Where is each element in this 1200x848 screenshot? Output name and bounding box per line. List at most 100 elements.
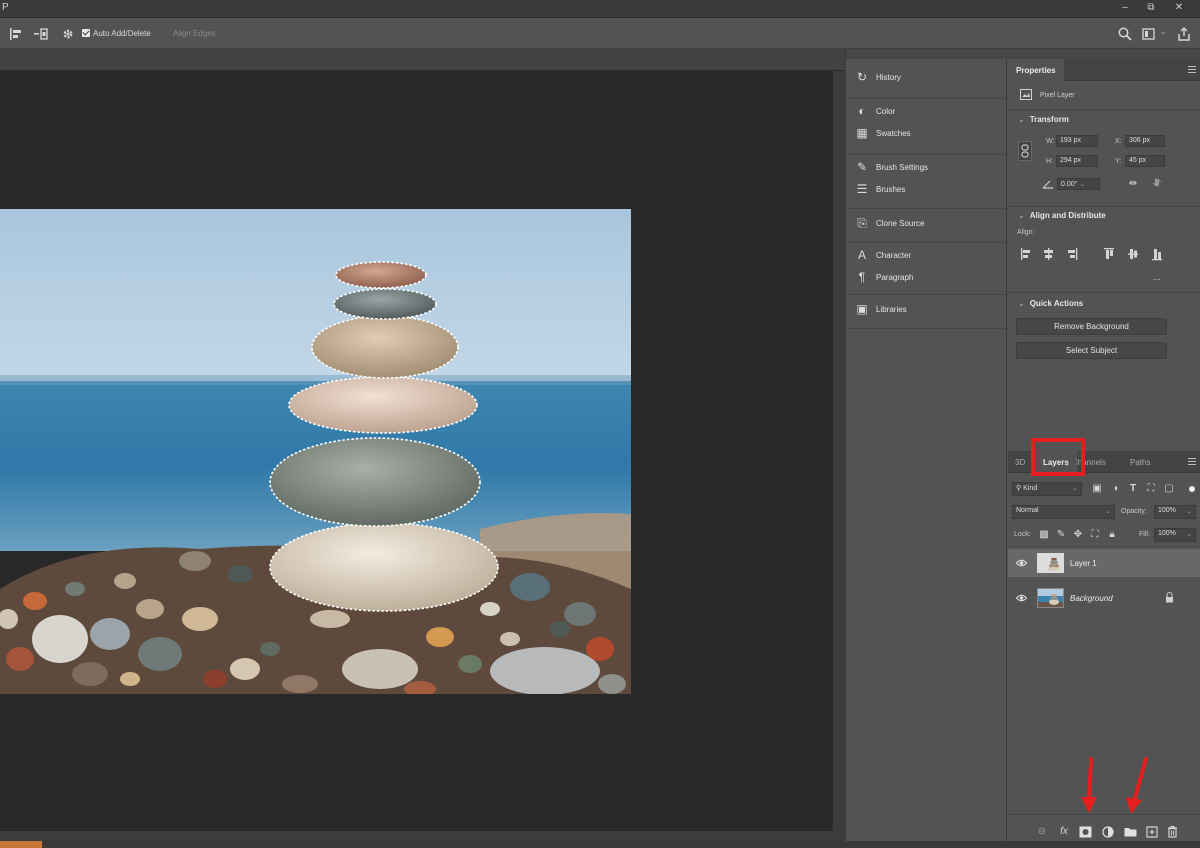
lock-all-icon[interactable]: 🔒︎: [1106, 529, 1118, 541]
link-layers-icon[interactable]: ⊖: [1035, 826, 1049, 838]
transform-section-header[interactable]: ⌄ Transform: [1018, 115, 1069, 124]
visibility-eye-icon[interactable]: [1016, 593, 1027, 603]
filter-pixel-icon[interactable]: ▣: [1091, 483, 1103, 495]
link-dimensions-icon[interactable]: [1018, 141, 1032, 161]
filter-toggle-icon[interactable]: [1189, 486, 1195, 492]
height-field[interactable]: 294 px: [1056, 155, 1098, 167]
blend-mode-dropdown[interactable]: Normal ⌄: [1012, 505, 1115, 519]
panel-group-history: ↻ History: [846, 59, 1006, 99]
auto-add-delete-checkbox[interactable]: [82, 29, 90, 37]
app-name-fragment: P: [2, 2, 9, 13]
x-field[interactable]: 306 px: [1125, 135, 1165, 147]
layers-panel-menu-icon[interactable]: [1188, 458, 1196, 466]
panel-group-clone: ⎘ Clone Source: [846, 209, 1006, 243]
new-group-icon[interactable]: [1124, 826, 1137, 837]
lock-artboard-icon[interactable]: ⛶: [1089, 529, 1101, 541]
panel-item-brushes[interactable]: ☰ Brushes: [852, 181, 1002, 197]
lock-image-icon[interactable]: ✎: [1055, 529, 1067, 541]
minimize-button[interactable]: –: [1114, 1, 1136, 15]
adjustment-layer-icon[interactable]: [1102, 826, 1114, 838]
panel-item-brush-settings[interactable]: ✎ Brush Settings: [852, 159, 1002, 175]
status-indicator: [0, 841, 42, 848]
add-mask-icon[interactable]: [1079, 826, 1092, 838]
search-icon: ⚲: [1016, 485, 1022, 492]
panel-item-paragraph[interactable]: ¶ Paragraph: [852, 269, 1002, 285]
align-section-header[interactable]: ⌄ Align and Distribute: [1018, 211, 1106, 220]
layer-filter-dropdown[interactable]: ⚲ Kind ⌄: [1012, 482, 1082, 496]
tab-properties[interactable]: Properties: [1008, 59, 1064, 81]
align-vertical-centers-icon: [1128, 249, 1138, 259]
history-icon: ↻: [856, 70, 868, 84]
close-button[interactable]: ✕: [1168, 1, 1190, 15]
layer-row-background[interactable]: Background: [1008, 584, 1200, 612]
opacity-label: Opacity:: [1121, 508, 1147, 515]
path-arrange-icon[interactable]: [33, 26, 49, 42]
libraries-icon: ▣: [856, 302, 868, 316]
fx-icon[interactable]: fx: [1057, 826, 1071, 838]
visibility-eye-icon[interactable]: [1016, 558, 1027, 568]
fill-field[interactable]: 100% ⌄: [1154, 528, 1196, 542]
workspace-icon[interactable]: [1141, 26, 1157, 42]
restore-button[interactable]: ⧉: [1140, 1, 1162, 15]
brushes-icon: ☰: [856, 182, 868, 196]
new-layer-icon[interactable]: [1146, 826, 1158, 838]
panel-item-character[interactable]: A Character: [852, 247, 1002, 263]
align-left-icon[interactable]: [8, 26, 24, 42]
filter-type-icon[interactable]: T: [1127, 483, 1139, 495]
title-bar: P – ⧉ ✕: [0, 0, 1200, 18]
align-label: Align:: [1017, 229, 1035, 236]
quick-actions-section-header[interactable]: ⌄ Quick Actions: [1018, 299, 1083, 308]
paragraph-icon: ¶: [858, 270, 866, 284]
collapsed-panels-column: ↻ History ◐ Color ▦ Swatches ✎ Brush Set…: [845, 49, 1008, 841]
lock-position-icon[interactable]: ✥: [1072, 529, 1084, 541]
fill-label: Fill:: [1139, 531, 1150, 538]
lock-transparent-icon[interactable]: ▩: [1038, 529, 1050, 541]
panel-item-history[interactable]: ↻ History: [852, 69, 1002, 85]
lock-label: Lock:: [1014, 531, 1031, 538]
width-field[interactable]: 193 px: [1056, 135, 1098, 147]
layer-row-layer-1[interactable]: Layer 1: [1008, 549, 1200, 577]
panel-item-clone-source[interactable]: ⎘ Clone Source: [852, 215, 1002, 231]
swatches-icon: ▦: [856, 126, 868, 140]
horizontal-scrollbar[interactable]: [0, 831, 845, 841]
more-align-options[interactable]: ...: [1153, 272, 1161, 282]
vertical-scrollbar[interactable]: [832, 71, 845, 831]
stacked-stones-photo[interactable]: [0, 209, 631, 694]
brush-settings-icon: ✎: [856, 160, 868, 174]
align-bottom-edges-icon: [1152, 249, 1162, 261]
panel-group-type: A Character ¶ Paragraph: [846, 243, 1006, 295]
search-icon[interactable]: [1117, 26, 1133, 42]
delete-layer-icon[interactable]: [1167, 825, 1178, 838]
gear-icon[interactable]: [60, 26, 76, 42]
select-subject-button[interactable]: Select Subject: [1016, 342, 1167, 359]
lock-icon[interactable]: [1165, 592, 1174, 603]
clone-source-icon: ⎘: [857, 216, 867, 230]
y-field[interactable]: 45 px: [1125, 155, 1165, 167]
align-edges-label: Align Edges: [173, 29, 216, 38]
filter-smart-object-icon[interactable]: ▢: [1163, 483, 1175, 495]
panel-item-color[interactable]: ◐ Color: [852, 103, 1002, 119]
filter-adjustment-icon[interactable]: ◑: [1109, 483, 1121, 495]
tab-paths[interactable]: Paths: [1122, 451, 1158, 473]
layer-name[interactable]: Background: [1070, 594, 1113, 603]
tab-3d[interactable]: 3D: [1010, 451, 1030, 473]
panel-item-swatches[interactable]: ▦ Swatches: [852, 125, 1002, 141]
share-icon[interactable]: [1176, 26, 1192, 42]
flip-vertical-icon[interactable]: ⥯: [1150, 178, 1164, 190]
angle-field[interactable]: 0.00° ⌄: [1057, 178, 1100, 190]
options-bar: Auto Add/Delete Align Edges ⌄: [0, 18, 1200, 49]
filter-shape-icon[interactable]: ⛶: [1145, 483, 1157, 495]
align-top-edges-icon: [1104, 248, 1114, 259]
flip-horizontal-icon[interactable]: ⇹: [1126, 178, 1140, 190]
workspace-chevron-icon[interactable]: ⌄: [1160, 27, 1167, 36]
opacity-field[interactable]: 100% ⌄: [1154, 505, 1196, 519]
remove-background-button[interactable]: Remove Background: [1016, 318, 1167, 335]
panel-item-libraries[interactable]: ▣ Libraries: [852, 301, 1002, 317]
layer-thumbnail: [1037, 588, 1064, 608]
panel-menu-icon[interactable]: [1188, 66, 1196, 74]
align-left-edges-icon: [1021, 248, 1030, 260]
document-tab-strip: [0, 49, 845, 71]
character-icon: A: [857, 248, 866, 262]
layer-name[interactable]: Layer 1: [1070, 559, 1097, 568]
status-bar: [0, 841, 1200, 848]
